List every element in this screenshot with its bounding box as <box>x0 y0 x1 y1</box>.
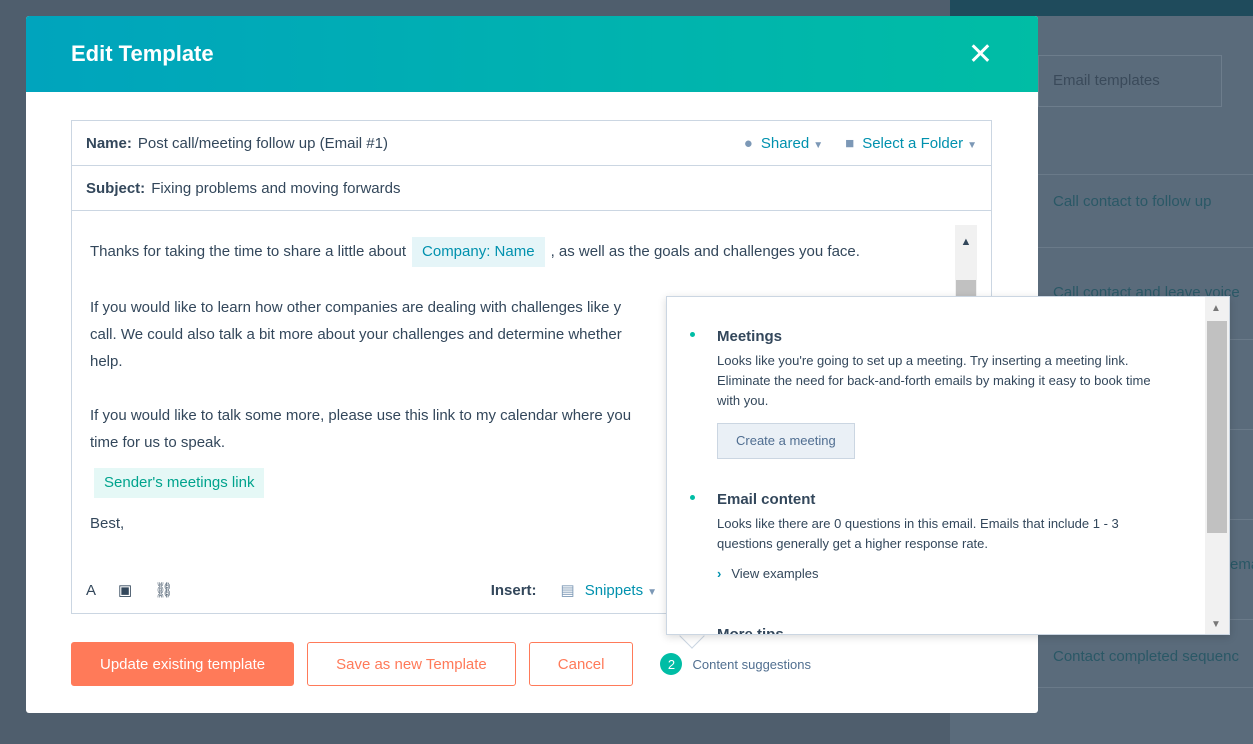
scroll-down-icon[interactable]: ▼ <box>1211 619 1221 630</box>
snippets-label: Snippets <box>584 581 644 599</box>
scroll-up-icon[interactable]: ▲ <box>1211 303 1221 314</box>
folder-dropdown[interactable]: ■ Select a Folder ▼ <box>845 135 977 152</box>
more-tips: More tips <box>717 625 1167 635</box>
caret-down-icon: ▼ <box>967 139 977 151</box>
content-suggestions-popover: Meetings Looks like you're going to set … <box>666 296 1230 635</box>
cancel-button[interactable]: Cancel <box>528 642 634 686</box>
meetings-link-token[interactable]: Sender's meetings link <box>94 468 265 498</box>
save-new-template-button[interactable]: Save as new Template <box>307 642 516 686</box>
insert-label: Insert: <box>490 581 537 599</box>
modal-header: Edit Template ✕ <box>26 16 1038 92</box>
snippets-icon: ▤ <box>560 582 575 599</box>
body-text: Thanks for taking the time to share a li… <box>90 243 407 260</box>
folder-label: Select a Folder <box>862 134 964 152</box>
meetings-suggestion: Meetings Looks like you're going to set … <box>690 327 1167 459</box>
chevron-right-icon: › <box>717 566 722 581</box>
body-text: , as well as the goals and challenges yo… <box>550 243 860 260</box>
suggestion-count-badge: 2 <box>660 653 683 675</box>
footer-buttons: Update existing template Save as new Tem… <box>71 642 811 686</box>
caret-down-icon: ▼ <box>813 139 824 151</box>
bullet-icon <box>690 332 695 337</box>
shared-dropdown[interactable]: ● Shared ▼ <box>744 135 823 152</box>
popover-scrollbar[interactable]: ▲ ▼ <box>1205 297 1229 634</box>
subject-row: Subject: Fixing problems and moving forw… <box>72 166 991 211</box>
more-tips-title: More tips <box>717 626 784 635</box>
background-row: Call contact to follow up <box>1038 175 1253 248</box>
caret-down-icon: ▼ <box>647 586 657 598</box>
snippets-dropdown[interactable]: Snippets ▼ <box>585 582 657 599</box>
subject-label: Subject: <box>86 179 146 197</box>
update-template-button[interactable]: Update existing template <box>71 642 295 686</box>
view-examples-label: View examples <box>731 566 819 581</box>
name-input[interactable]: Post call/meeting follow up (Email #1) <box>138 135 388 152</box>
content-suggestions-toggle[interactable]: 2 Content suggestions <box>660 653 811 675</box>
bullet-icon <box>690 495 695 500</box>
email-content-text: Looks like there are 0 questions in this… <box>717 516 1119 551</box>
content-suggestions-label: Content suggestions <box>692 656 811 672</box>
text-format-icon[interactable]: A <box>86 582 96 599</box>
close-icon[interactable]: ✕ <box>968 37 993 72</box>
email-content-suggestion: Email content Looks like there are 0 que… <box>690 490 1167 584</box>
modal-title: Edit Template <box>71 41 214 66</box>
link-icon[interactable]: ⛓ <box>154 581 173 599</box>
meetings-title: Meetings <box>717 328 783 345</box>
background-row <box>1038 110 1253 175</box>
meetings-text: Looks like you're going to set up a meet… <box>717 353 1151 408</box>
name-label: Name: <box>86 134 132 152</box>
user-icon: ● <box>743 134 753 152</box>
folder-icon: ■ <box>845 134 855 152</box>
email-content-title: Email content <box>717 491 816 508</box>
create-meeting-button[interactable]: Create a meeting <box>717 423 855 459</box>
image-icon[interactable]: ▣ <box>118 581 132 599</box>
background-top-bar <box>950 0 1253 16</box>
scroll-up-icon[interactable]: ▲ <box>955 225 977 256</box>
scroll-thumb[interactable] <box>1207 321 1227 533</box>
subject-input[interactable]: Fixing problems and moving forwards <box>151 180 400 197</box>
name-row: Name: Post call/meeting follow up (Email… <box>72 121 991 166</box>
view-examples-link[interactable]: › View examples <box>717 564 1167 584</box>
background-email-templates: Email templates <box>1038 55 1222 107</box>
shared-label: Shared <box>760 134 810 152</box>
company-name-token[interactable]: Company: Name <box>412 237 545 267</box>
